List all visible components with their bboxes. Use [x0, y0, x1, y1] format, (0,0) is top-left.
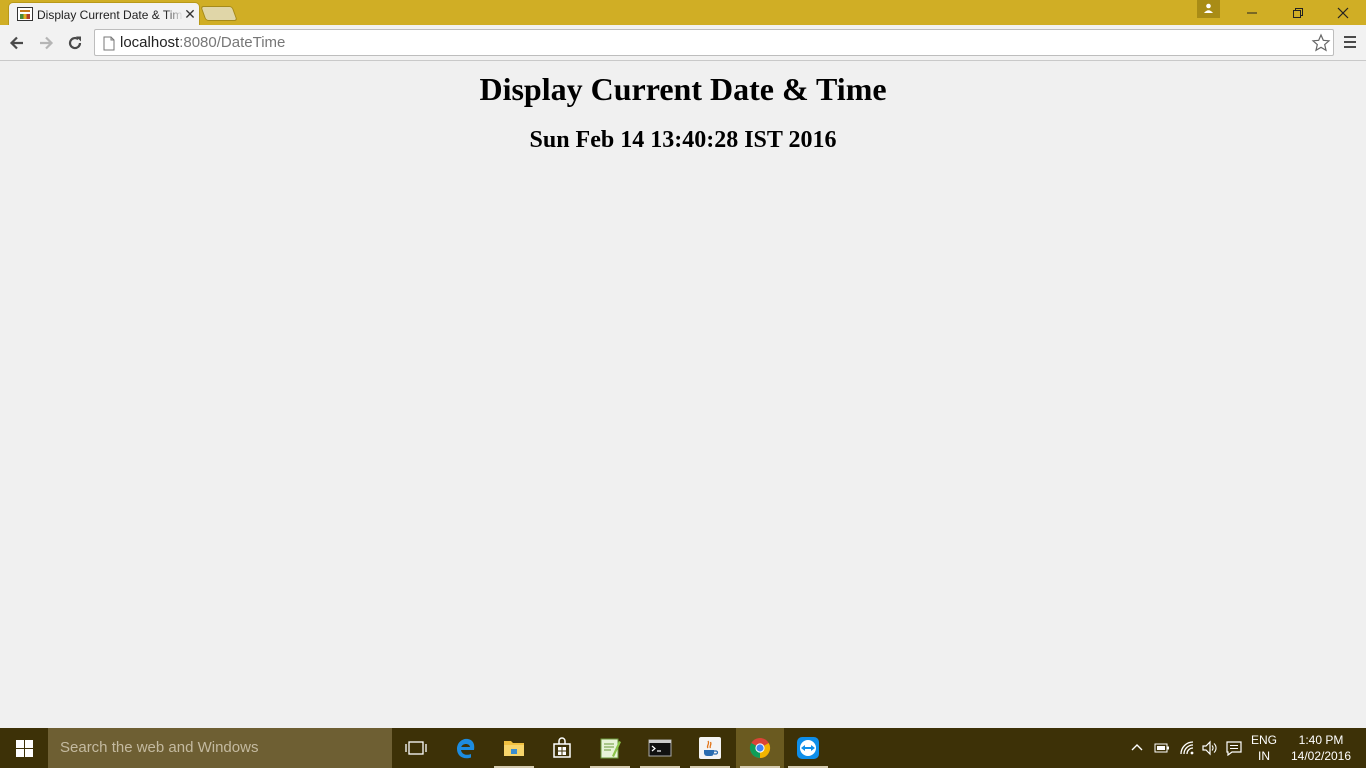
edge-icon [457, 738, 475, 759]
close-icon [1337, 7, 1349, 19]
user-icon [1204, 3, 1213, 13]
taskbar-edge[interactable] [442, 728, 490, 768]
bookmark-star-icon[interactable] [1311, 33, 1331, 53]
close-window-button[interactable] [1320, 0, 1366, 25]
url-host: localhost [120, 34, 180, 51]
profile-button[interactable] [1197, 0, 1220, 18]
task-view-icon [405, 741, 427, 755]
minimize-icon [1247, 12, 1257, 14]
language-indicator[interactable]: ENG IN [1250, 733, 1278, 763]
windows-logo-icon [16, 740, 33, 757]
chevron-up-icon[interactable] [1130, 740, 1144, 756]
address-bar[interactable]: localhost:8080/DateTime [94, 29, 1334, 56]
restore-button[interactable] [1275, 0, 1321, 25]
browser-title-bar: Display Current Date & Time ✕ [0, 0, 1366, 25]
command-prompt-icon [648, 739, 672, 757]
web-page-content: Display Current Date & Time Sun Feb 14 1… [0, 61, 1366, 728]
windows-taskbar: Search the web and Windows ENG IN 1:40 P… [0, 728, 1366, 768]
forward-arrow-icon[interactable] [37, 34, 55, 52]
task-view-button[interactable] [392, 728, 440, 768]
taskbar-chrome[interactable] [736, 728, 784, 768]
notepad-plus-plus-icon [600, 738, 621, 759]
taskbar-search-box[interactable]: Search the web and Windows [48, 728, 392, 768]
taskbar-clock[interactable]: 1:40 PM 14/02/2016 [1287, 733, 1355, 763]
url-text[interactable]: localhost:8080/DateTime [120, 34, 285, 52]
start-button[interactable] [0, 728, 48, 768]
action-center-icon[interactable] [1225, 740, 1243, 756]
browser-tab[interactable]: Display Current Date & Time ✕ [8, 2, 200, 25]
tab-close-icon[interactable]: ✕ [183, 7, 197, 21]
current-datetime: Sun Feb 14 13:40:28 IST 2016 [529, 127, 837, 153]
wifi-icon[interactable] [1179, 740, 1195, 756]
applet-chart-icon [17, 7, 33, 21]
java-cup-icon [699, 737, 721, 759]
store-bag-icon [553, 737, 571, 758]
taskbar-file-explorer[interactable] [490, 728, 538, 768]
volume-icon[interactable] [1201, 740, 1217, 756]
chrome-icon [749, 738, 771, 759]
restore-icon [1293, 8, 1303, 18]
url-path: :8080/DateTime [179, 34, 286, 51]
page-heading: Display Current Date & Time [479, 71, 887, 107]
clock-time: 1:40 PM [1298, 733, 1344, 747]
taskbar-command-prompt[interactable] [636, 728, 684, 768]
language-region: IN [1258, 749, 1270, 763]
page-icon [103, 36, 115, 51]
new-tab-button[interactable] [200, 6, 238, 21]
taskbar-teamviewer[interactable] [784, 728, 832, 768]
browser-toolbar: localhost:8080/DateTime [0, 25, 1366, 61]
back-arrow-icon[interactable] [8, 34, 26, 52]
taskbar-store[interactable] [538, 728, 586, 768]
clock-date: 14/02/2016 [1290, 749, 1352, 763]
taskbar-notepad-plus-plus[interactable] [586, 728, 634, 768]
teamviewer-icon [797, 737, 819, 759]
tab-title: Display Current Date & Time [37, 8, 183, 22]
battery-icon[interactable] [1154, 740, 1170, 756]
menu-icon[interactable] [1343, 35, 1357, 49]
taskbar-java[interactable] [686, 728, 734, 768]
folder-icon [504, 741, 524, 756]
language-code: ENG [1250, 733, 1277, 747]
minimize-button[interactable] [1229, 0, 1275, 25]
search-placeholder: Search the web and Windows [60, 739, 259, 756]
reload-icon[interactable] [66, 34, 84, 52]
